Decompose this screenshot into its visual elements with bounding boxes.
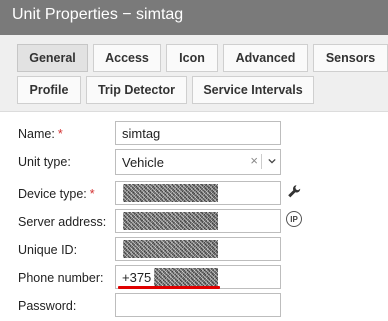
- unit-type-value: Vehicle: [122, 155, 164, 170]
- name-row: Name: * simtag: [0, 121, 388, 149]
- tab-trip-detector[interactable]: Trip Detector: [86, 76, 187, 104]
- unique-id-row: Unique ID:: [0, 237, 388, 265]
- password-row: Password:: [0, 293, 388, 321]
- device-type-label: Device type: *: [18, 187, 95, 201]
- device-type-input[interactable]: [115, 181, 281, 205]
- device-type-row: Device type: *: [0, 181, 388, 209]
- server-address-row: Server address: IP: [0, 209, 388, 237]
- tab-sensors[interactable]: Sensors: [313, 44, 388, 72]
- name-label: Name: *: [18, 127, 63, 141]
- unit-type-select[interactable]: Vehicle ×: [115, 149, 281, 175]
- phone-prefix: +375: [122, 270, 152, 285]
- tab-general[interactable]: General: [17, 44, 88, 72]
- password-label: Password:: [18, 299, 77, 313]
- tab-profile[interactable]: Profile: [17, 76, 81, 104]
- tab-service-intervals[interactable]: Service Intervals: [192, 76, 314, 104]
- dialog-title: Unit Properties − simtag: [0, 0, 388, 35]
- unique-id-label: Unique ID:: [18, 243, 78, 257]
- wrench-icon[interactable]: [287, 184, 301, 200]
- required-marker: *: [57, 127, 63, 141]
- redacted-value: [123, 184, 218, 202]
- redacted-value: [154, 268, 218, 286]
- red-underline-annotation: [118, 286, 220, 289]
- tab-bar: General Access Icon Advanced Sensors Pro…: [0, 35, 388, 112]
- redacted-value: [123, 212, 218, 230]
- unit-type-label: Unit type:: [18, 155, 71, 169]
- select-divider: [261, 154, 262, 169]
- ip-icon[interactable]: IP: [286, 211, 302, 227]
- clear-icon[interactable]: ×: [250, 153, 258, 168]
- redacted-value: [123, 240, 218, 258]
- tab-advanced[interactable]: Advanced: [223, 44, 308, 72]
- tab-access[interactable]: Access: [93, 44, 161, 72]
- required-marker: *: [89, 187, 95, 201]
- unique-id-input[interactable]: [115, 237, 281, 261]
- name-input[interactable]: simtag: [115, 121, 281, 145]
- server-address-label: Server address:: [18, 215, 107, 229]
- chevron-down-icon[interactable]: [268, 157, 276, 165]
- server-address-input[interactable]: [115, 209, 281, 233]
- unit-type-row: Unit type: Vehicle ×: [0, 149, 388, 177]
- phone-number-label: Phone number:: [18, 271, 104, 285]
- password-input[interactable]: [115, 293, 281, 317]
- tab-icon[interactable]: Icon: [166, 44, 218, 72]
